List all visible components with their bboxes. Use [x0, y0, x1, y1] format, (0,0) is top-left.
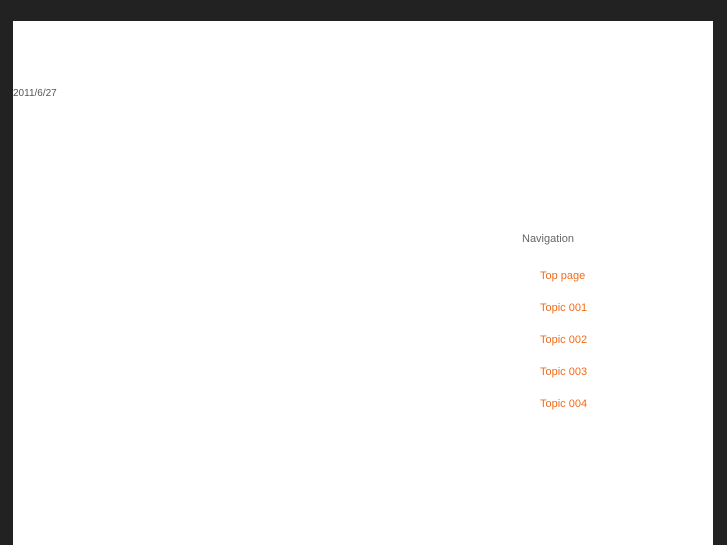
nav-item-topic-004: Topic 004 — [540, 396, 702, 428]
nav-link-top-page[interactable]: Top page — [540, 270, 585, 282]
post-date: 2011/6/27 — [13, 88, 57, 99]
navigation-title: Navigation — [522, 233, 574, 245]
nav-item-top-page: Top page — [540, 268, 702, 300]
nav-link-topic-003[interactable]: Topic 003 — [540, 366, 587, 378]
navigation-sidebar: Navigation Top page Topic 001 Topic 002 … — [522, 232, 702, 428]
nav-link-topic-002[interactable]: Topic 002 — [540, 334, 587, 346]
nav-item-topic-003: Topic 003 — [540, 364, 702, 396]
page-content: 2011/6/27 Navigation Top page Topic 001 … — [13, 21, 713, 545]
nav-link-topic-004[interactable]: Topic 004 — [540, 398, 587, 410]
nav-link-topic-001[interactable]: Topic 001 — [540, 302, 587, 314]
nav-item-topic-001: Topic 001 — [540, 300, 702, 332]
nav-item-topic-002: Topic 002 — [540, 332, 702, 364]
navigation-list: Top page Topic 001 Topic 002 Topic 003 T… — [522, 268, 702, 428]
